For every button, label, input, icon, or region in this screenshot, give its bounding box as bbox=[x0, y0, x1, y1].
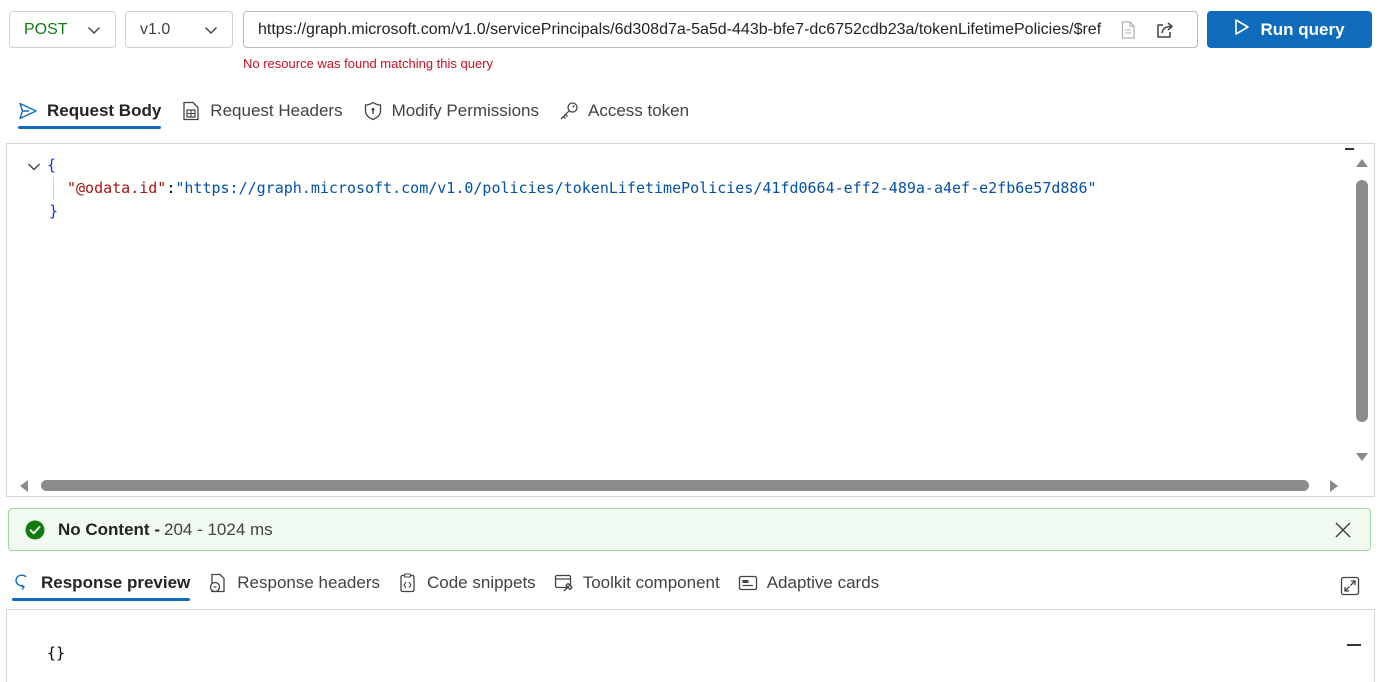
chevron-down-icon bbox=[204, 23, 218, 37]
response-tabs: Response preview Response headers Code s… bbox=[12, 568, 897, 601]
scroll-right-icon[interactable] bbox=[1327, 479, 1341, 493]
tab-label: Access token bbox=[587, 101, 690, 120]
url-text: https://graph.microsoft.com/v1.0/service… bbox=[258, 20, 1102, 38]
request-body-editor[interactable]: { "@odata.id":"https://graph.microsoft.c… bbox=[6, 143, 1375, 497]
code-snippet-icon bbox=[398, 573, 418, 593]
tab-label: Toolkit component bbox=[582, 573, 720, 592]
chevron-down-icon bbox=[87, 23, 101, 37]
close-brace: } bbox=[49, 202, 59, 220]
run-query-label: Run query bbox=[1260, 19, 1345, 39]
success-check-icon bbox=[25, 520, 45, 539]
tab-toolkit-component[interactable]: Toolkit component bbox=[554, 569, 720, 597]
document-icon[interactable] bbox=[1118, 20, 1138, 40]
tab-request-body[interactable]: Request Body bbox=[18, 97, 162, 129]
send-icon bbox=[18, 101, 38, 121]
response-body: {} bbox=[47, 644, 66, 662]
status-detail: 204 - 1024 ms bbox=[163, 519, 273, 539]
method-dropdown[interactable]: POST bbox=[9, 11, 116, 48]
chevron-down-icon[interactable] bbox=[27, 158, 41, 172]
tab-label: Modify Permissions bbox=[391, 101, 539, 120]
fold-minus-icon bbox=[1345, 148, 1354, 150]
indent-guide bbox=[53, 177, 54, 200]
run-query-button[interactable]: Run query bbox=[1207, 11, 1372, 48]
version-value: v1.0 bbox=[140, 20, 171, 38]
scroll-down-icon[interactable] bbox=[1355, 450, 1369, 464]
tab-response-preview[interactable]: Response preview bbox=[12, 569, 191, 601]
fold-minus-icon bbox=[1347, 644, 1361, 646]
tab-label: Request Headers bbox=[210, 101, 343, 120]
method-value: POST bbox=[24, 20, 68, 38]
query-error-message: No resource was found matching this quer… bbox=[243, 56, 494, 71]
tab-adaptive-cards[interactable]: Adaptive cards bbox=[738, 569, 879, 597]
shield-icon bbox=[363, 101, 383, 121]
response-preview-icon bbox=[12, 573, 32, 593]
key-icon bbox=[559, 101, 579, 121]
vertical-scrollbar[interactable] bbox=[1356, 180, 1368, 422]
version-dropdown[interactable]: v1.0 bbox=[125, 11, 233, 48]
code-block: { "@odata.id":"https://graph.microsoft.c… bbox=[7, 154, 1097, 223]
scroll-left-icon[interactable] bbox=[17, 479, 31, 493]
tab-label: Response preview bbox=[41, 573, 191, 592]
json-key: "@odata.id" bbox=[67, 179, 167, 197]
document-headers-icon bbox=[208, 573, 228, 593]
tab-request-headers[interactable]: Request Headers bbox=[181, 97, 343, 125]
expand-icon[interactable] bbox=[1340, 576, 1360, 596]
share-icon[interactable] bbox=[1155, 20, 1175, 40]
document-table-icon bbox=[181, 101, 201, 121]
tab-label: Request Body bbox=[47, 101, 162, 120]
tab-label: Adaptive cards bbox=[766, 573, 880, 592]
tab-modify-permissions[interactable]: Modify Permissions bbox=[363, 97, 539, 125]
request-tabs: Request Body Request Headers Modify Perm… bbox=[18, 96, 709, 129]
url-input[interactable]: https://graph.microsoft.com/v1.0/service… bbox=[243, 11, 1198, 48]
tab-code-snippets[interactable]: Code snippets bbox=[398, 569, 536, 597]
close-icon[interactable] bbox=[1334, 521, 1352, 539]
tab-response-headers[interactable]: Response headers bbox=[208, 569, 380, 597]
tab-access-token[interactable]: Access token bbox=[559, 97, 689, 125]
scroll-up-icon[interactable] bbox=[1355, 156, 1369, 170]
tab-label: Code snippets bbox=[427, 573, 536, 592]
status-message-bar: No Content - 204 - 1024 ms bbox=[8, 508, 1371, 551]
tab-label: Response headers bbox=[237, 573, 380, 592]
toolkit-icon bbox=[554, 573, 574, 593]
response-preview-panel: {} bbox=[6, 609, 1375, 682]
status-title: No Content - bbox=[58, 519, 160, 539]
horizontal-scrollbar[interactable] bbox=[41, 480, 1309, 491]
json-value: "https://graph.microsoft.com/v1.0/polici… bbox=[175, 179, 1097, 197]
open-brace: { bbox=[47, 156, 57, 174]
play-icon bbox=[1234, 18, 1250, 41]
adaptive-card-icon bbox=[738, 573, 758, 593]
